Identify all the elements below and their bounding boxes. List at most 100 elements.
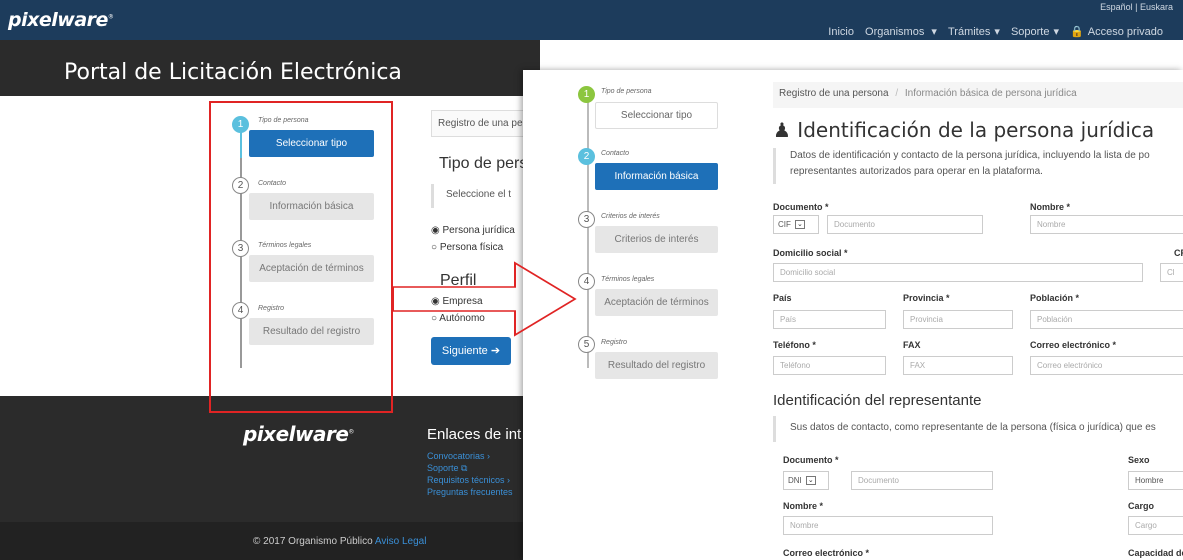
step-button-aceptacion-terminos[interactable]: Aceptación de términos [595,289,718,316]
nombre-input[interactable]: Nombre [1030,215,1183,234]
link-preguntas[interactable]: Preguntas frecuentes [427,486,513,498]
main-menu: Inicio Organismos ▾ Trámites ▾ Soporte ▾ 🔒… [824,25,1163,38]
lock-icon: 🔒 [1070,26,1084,38]
poblacion-input[interactable]: Población [1030,310,1183,329]
copyright-text: © 2017 Organismo Público Aviso Legal [253,536,427,547]
nav-tramites[interactable]: Trámites ▾ [944,26,1000,38]
nav-inicio[interactable]: Inicio [828,26,854,38]
section-title: Tipo de pers [439,155,528,172]
representante-title: Identificación del representante [773,392,982,409]
breadcrumb-item[interactable]: Registro de una persona [779,88,889,99]
rep-nombre-input[interactable]: Nombre [783,516,993,535]
breadcrumb-current: Información básica de persona jurídica [904,88,1077,99]
fax-input[interactable]: FAX [903,356,1013,375]
footer: pixelware® Enlaces de int Convocatorias … [0,396,540,522]
nav-soporte[interactable]: Soporte ▾ [1007,26,1059,38]
telefono-input[interactable]: Teléfono [773,356,886,375]
step-button-informacion-basica[interactable]: Información básica [595,163,718,190]
document-input[interactable]: Documento [827,215,983,234]
footer-links-title: Enlaces de int [427,426,522,443]
nav-soporte-label: Soporte [1010,26,1050,38]
cp-input[interactable]: Cl [1160,263,1183,282]
chevron-down-icon: ⌄ [805,476,816,486]
step-button-seleccionar-tipo[interactable]: Seleccionar tipo [595,102,718,129]
email-input[interactable]: Correo electrónico [1030,356,1183,375]
breadcrumb: Registro de una pe [431,110,531,137]
breadcrumb-separator: / [895,88,899,99]
step-label: Criterios de interés [601,213,660,220]
field-label: Cargo [1128,501,1155,511]
composite-screenshot: { "header":{"logo":"pixelware","logo_mar… [0,0,1183,560]
user-icon: ♟ [773,118,791,142]
field-label: FAX [903,340,921,350]
representante-note: Sus datos de contacto, como representant… [773,416,1183,442]
field-label: País [773,293,792,303]
rep-document-type-select[interactable]: DNI ⌄ [783,471,829,490]
top-navigation-bar: pixelware® Español | Euskara Inicio Orga… [0,0,1183,40]
domicilio-input[interactable]: Domicilio social [773,263,1143,282]
field-label: Correo electrónico * [1030,340,1117,350]
nav-acceso-privado[interactable]: 🔒 Acceso privado [1066,26,1163,38]
field-label: Documento * [783,455,839,465]
link-soporte[interactable]: Soporte ⧉ [427,462,513,474]
field-label: Documento * [773,202,829,212]
field-label: Nombre * [783,501,824,511]
copyright-bar: © 2017 Organismo Público Aviso Legal [0,522,540,560]
step-label: Registro [601,339,628,346]
radio-persona-juridica[interactable]: ◉ Persona jurídica [431,225,515,236]
field-label: Nombre * [1030,202,1071,212]
radio-label: Persona jurídica [442,225,515,236]
link-convocatorias[interactable]: Convocatorias › [427,450,513,462]
field-label: Domicilio social * [773,248,848,258]
footer-logo: pixelware® [243,422,354,446]
form-note: Datos de identificación y contacto de la… [773,148,1183,184]
step-label: Contacto [601,150,630,157]
caret-down-icon: ▾ [931,26,937,38]
button-label: Siguiente [441,345,488,357]
annotation-highlight-box [209,101,393,413]
nav-acceso-label: Acceso privado [1087,26,1163,38]
breadcrumb: Registro de una persona / Información bá… [773,82,1183,108]
arrow-right-icon: ➔ [490,345,501,357]
hero-banner: Portal de Licitación Electrónica [0,40,540,96]
radio-checked-icon: ◉ [431,225,440,236]
provincia-input[interactable]: Provincia [903,310,1013,329]
step-number: 3 [578,211,595,228]
footer-links: Convocatorias › Soporte ⧉ Requisitos téc… [427,450,513,498]
radio-persona-fisica[interactable]: ○ Persona física [431,242,503,253]
step-button-resultado-registro[interactable]: Resultado del registro [595,352,718,379]
brand-logo[interactable]: pixelware® [8,9,114,31]
field-label: Correo electrónico * [783,548,870,558]
pais-input[interactable]: País [773,310,886,329]
language-switcher[interactable]: Español | Euskara [1100,2,1173,12]
rep-document-input[interactable]: Documento [851,471,993,490]
radio-unchecked-icon: ○ [431,242,438,253]
field-label: Sexo [1128,455,1150,465]
section-note: Seleccione el t [431,184,531,208]
document-type-select[interactable]: CIF ⌄ [773,215,819,234]
nav-organismos[interactable]: Organismos ▾ [861,26,937,38]
caret-down-icon: ▾ [994,26,1000,38]
arrow-right-icon [392,261,577,337]
page-title: Portal de Licitación Electrónica [64,60,402,85]
chevron-down-icon: ⌄ [794,220,805,230]
step-label: Tipo de persona [601,88,652,95]
nav-tramites-label: Trámites [947,26,991,38]
note-line: representantes autorizados para operar e… [790,166,1043,177]
link-requisitos[interactable]: Requisitos técnicos › [427,474,513,486]
field-label: Provincia * [903,293,950,303]
radio-label: Persona física [439,242,504,253]
form-title: ♟ Identificación de la persona jurídica [773,118,1155,142]
aviso-legal-link[interactable]: Aviso Legal [375,536,427,547]
step-number: 1 [578,86,595,103]
note-line: Datos de identificación y contacto de la… [790,150,1150,161]
annotation-arrow [392,261,577,337]
sexo-select[interactable]: Hombre [1128,471,1183,490]
external-link-icon: ⧉ [461,463,468,473]
nav-organismos-label: Organismos [865,26,925,38]
cargo-input[interactable]: Cargo [1128,516,1183,535]
zoomed-form-panel: 1 Tipo de persona Seleccionar tipo 2 Con… [523,70,1183,560]
step-number: 2 [578,148,595,165]
field-label: Teléfono * [773,340,816,350]
step-button-criterios-interes[interactable]: Criterios de interés [595,226,718,253]
